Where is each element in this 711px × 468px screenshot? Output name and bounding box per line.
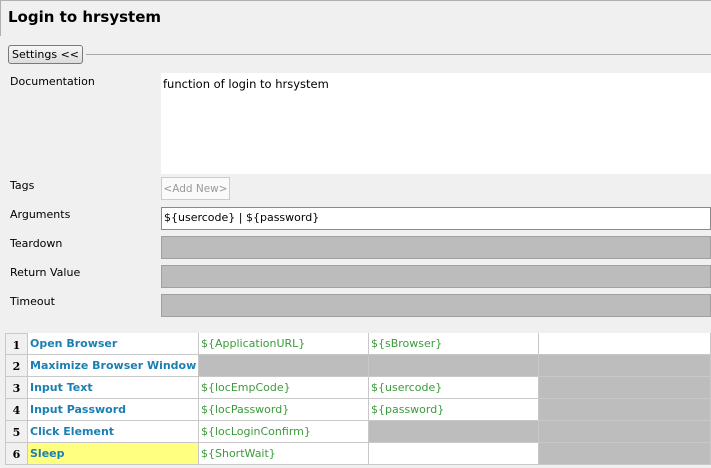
return-value-label: Return Value <box>10 266 81 279</box>
row-number[interactable]: 4 <box>5 399 28 421</box>
argument-cell[interactable] <box>539 399 711 421</box>
teardown-field[interactable] <box>161 236 711 259</box>
argument-cell[interactable]: ${locLoginConfirm} <box>199 421 369 443</box>
row-number[interactable]: 6 <box>5 443 28 465</box>
argument-cell[interactable] <box>199 355 369 377</box>
argument-cell[interactable] <box>369 443 539 465</box>
argument-cell[interactable] <box>369 355 539 377</box>
argument-cell[interactable]: ${locEmpCode} <box>199 377 369 399</box>
argument-cell[interactable]: ${usercode} <box>369 377 539 399</box>
settings-divider <box>86 54 711 55</box>
teardown-label: Teardown <box>10 237 63 250</box>
argument-cell[interactable]: ${ApplicationURL} <box>199 333 369 355</box>
argument-cell[interactable]: ${ShortWait} <box>199 443 369 465</box>
return-value-field[interactable] <box>161 265 711 288</box>
argument-cell[interactable] <box>539 421 711 443</box>
argument-cell[interactable] <box>539 377 711 399</box>
row-number[interactable]: 5 <box>5 421 28 443</box>
table-row: 2 Maximize Browser Window <box>5 355 711 377</box>
keyword-cell[interactable]: Sleep <box>28 443 199 465</box>
arguments-field[interactable]: ${usercode} | ${password} <box>161 207 711 230</box>
argument-cell[interactable] <box>539 443 711 465</box>
row-number[interactable]: 3 <box>5 377 28 399</box>
tags-label: Tags <box>10 179 35 192</box>
timeout-label: Timeout <box>10 295 55 308</box>
row-number[interactable]: 1 <box>5 333 28 355</box>
row-number[interactable]: 2 <box>5 355 28 377</box>
table-row: 4 Input Password ${locPassword} ${passwo… <box>5 399 711 421</box>
table-row: 1 Open Browser ${ApplicationURL} ${sBrow… <box>5 333 711 355</box>
keyword-cell[interactable]: Input Password <box>28 399 199 421</box>
page-title: Login to hrsystem <box>8 8 162 26</box>
table-row: 3 Input Text ${locEmpCode} ${usercode} <box>5 377 711 399</box>
header-bar: Login to hrsystem <box>0 0 711 36</box>
keyword-cell[interactable]: Input Text <box>28 377 199 399</box>
documentation-label: Documentation <box>10 75 95 88</box>
settings-toggle-button[interactable]: Settings << <box>8 45 83 64</box>
argument-cell[interactable]: ${password} <box>369 399 539 421</box>
argument-cell[interactable] <box>539 355 711 377</box>
steps-grid: 1 Open Browser ${ApplicationURL} ${sBrow… <box>5 333 711 468</box>
table-row: 6 Sleep ${ShortWait} <box>5 443 711 465</box>
arguments-label: Arguments <box>10 208 71 221</box>
documentation-editor[interactable]: function of login to hrsystem <box>161 73 711 174</box>
argument-cell[interactable]: ${sBrowser} <box>369 333 539 355</box>
keyword-cell[interactable]: Click Element <box>28 421 199 443</box>
table-row: 5 Click Element ${locLoginConfirm} <box>5 421 711 443</box>
keyword-cell[interactable]: Open Browser <box>28 333 199 355</box>
argument-cell[interactable] <box>369 421 539 443</box>
keyword-cell[interactable]: Maximize Browser Window <box>28 355 199 377</box>
argument-cell[interactable]: ${locPassword} <box>199 399 369 421</box>
timeout-field[interactable] <box>161 294 711 317</box>
argument-cell[interactable] <box>539 333 711 355</box>
add-tag-button[interactable]: <Add New> <box>161 177 230 200</box>
